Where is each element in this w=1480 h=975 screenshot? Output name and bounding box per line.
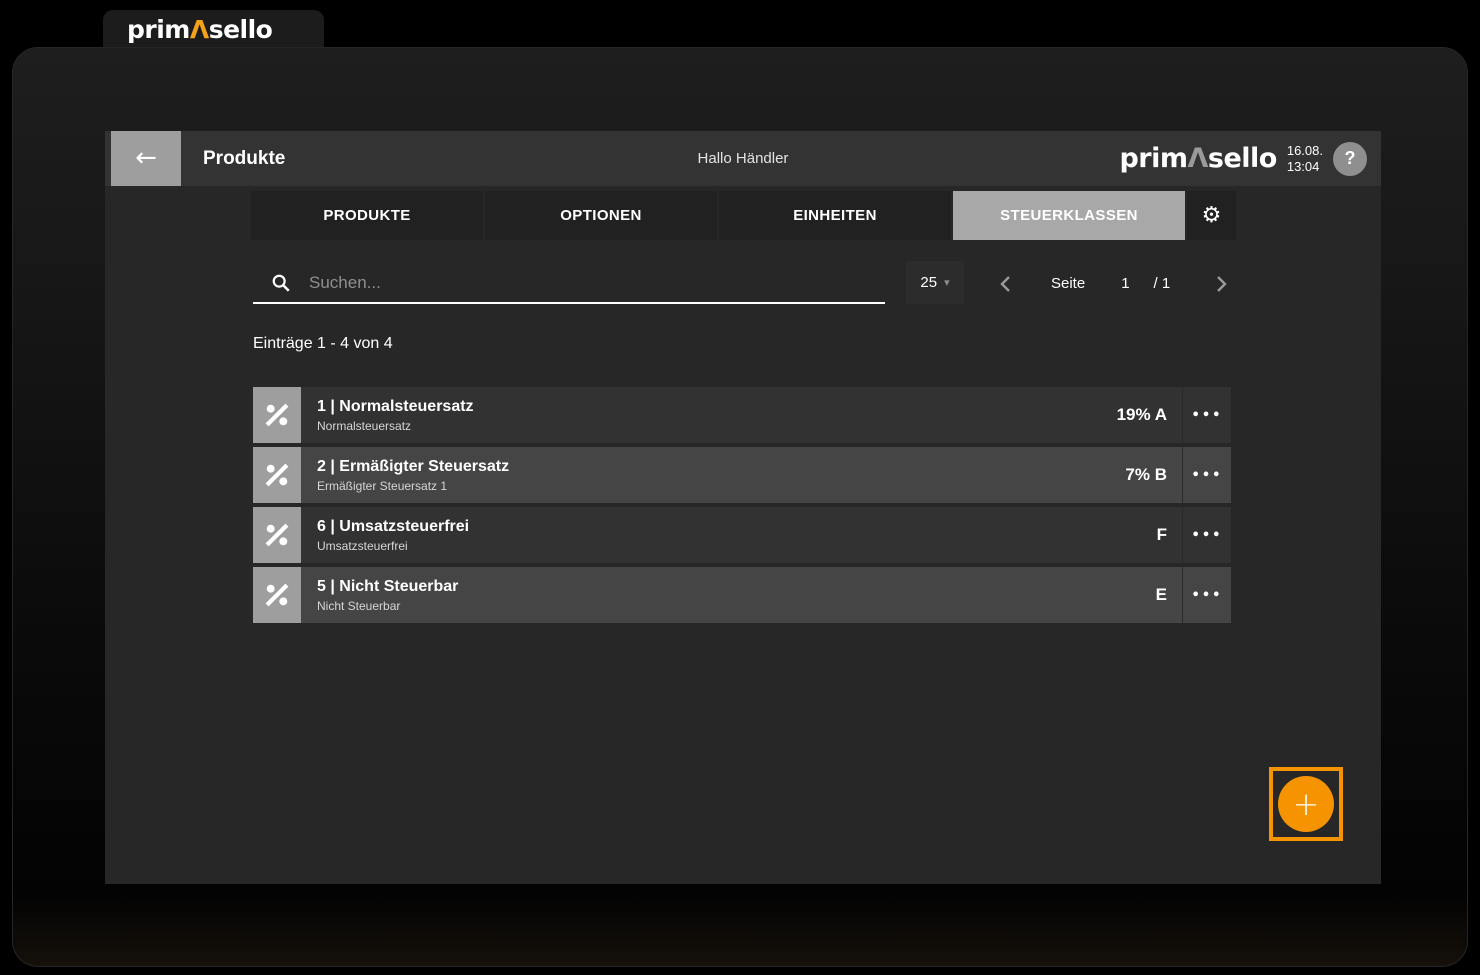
row-text: 2 | Ermäßigter Steuersatz Ermäßigter Ste…: [301, 447, 1125, 503]
logo-lambda-icon: Λ: [190, 15, 209, 44]
row-title: 1 | Normalsteuersatz: [317, 398, 1117, 416]
ellipsis-icon: •••: [1192, 588, 1223, 603]
row-menu-button[interactable]: •••: [1182, 567, 1231, 623]
chevron-down-icon: ▾: [944, 276, 950, 289]
list-item[interactable]: 1 | Normalsteuersatz Normalsteuersatz 19…: [253, 387, 1231, 443]
row-title: 5 | Nicht Steuerbar: [317, 578, 1156, 596]
ellipsis-icon: •••: [1192, 408, 1223, 423]
ellipsis-icon: •••: [1192, 468, 1223, 483]
row-menu-button[interactable]: •••: [1182, 387, 1231, 443]
row-title: 2 | Ermäßigter Steuersatz: [317, 458, 1125, 476]
list-item[interactable]: 6 | Umsatzsteuerfrei Umsatzsteuerfrei F …: [253, 507, 1231, 563]
percent-icon: [253, 507, 301, 563]
browser-tab[interactable]: primΛsello: [103, 10, 324, 48]
tab-bar: PRODUKTE OPTIONEN EINHEITEN STEUERKLASSE…: [251, 191, 1337, 240]
primasello-logo-header: primΛsello: [1119, 143, 1276, 174]
add-button[interactable]: +: [1278, 776, 1334, 832]
search-input[interactable]: [309, 273, 885, 293]
question-mark-icon: ?: [1345, 148, 1356, 168]
app-header: ← Produkte Hallo Händler primΛsello 16.0…: [105, 131, 1381, 186]
row-text: 5 | Nicht Steuerbar Nicht Steuerbar: [301, 567, 1156, 623]
row-menu-button[interactable]: •••: [1182, 447, 1231, 503]
list-item[interactable]: 2 | Ermäßigter Steuersatz Ermäßigter Ste…: [253, 447, 1231, 503]
list-item[interactable]: 5 | Nicht Steuerbar Nicht Steuerbar E ••…: [253, 567, 1231, 623]
search-icon: [271, 273, 291, 293]
gear-icon: ⚙: [1202, 203, 1222, 228]
percent-icon: [253, 387, 301, 443]
pagination: Seite 1 / 1: [991, 263, 1337, 304]
settings-button[interactable]: ⚙: [1187, 191, 1236, 240]
date-text: 16.08.: [1287, 143, 1323, 158]
row-value: E: [1156, 567, 1182, 623]
tab-produkte[interactable]: PRODUKTE: [251, 191, 483, 240]
percent-icon: [253, 567, 301, 623]
tax-class-list: 1 | Normalsteuersatz Normalsteuersatz 19…: [253, 387, 1231, 627]
next-page-button[interactable]: [1206, 267, 1240, 301]
plus-icon: +: [1293, 785, 1320, 823]
row-title: 6 | Umsatzsteuerfrei: [317, 518, 1157, 536]
page-size-dropdown[interactable]: 25 ▾: [906, 261, 964, 304]
time-text: 13:04: [1287, 159, 1320, 174]
row-value: 7% B: [1125, 447, 1182, 503]
add-button-focus-frame: +: [1269, 767, 1343, 841]
row-value: F: [1157, 507, 1182, 563]
primasello-logo: primΛsello: [127, 15, 272, 44]
toolbar: 25 ▾ Seite 1 / 1: [105, 263, 1381, 307]
device-screen: ← Produkte Hallo Händler primΛsello 16.0…: [12, 47, 1468, 967]
logo-lambda-icon: Λ: [1187, 143, 1207, 174]
datetime-display: 16.08. 13:04: [1287, 143, 1323, 174]
row-menu-button[interactable]: •••: [1182, 507, 1231, 563]
page-label: Seite: [1051, 275, 1085, 292]
tab-optionen[interactable]: OPTIONEN: [485, 191, 717, 240]
header-right: primΛsello 16.08. 13:04 ?: [1119, 142, 1367, 176]
prev-page-button[interactable]: [991, 267, 1025, 301]
app-panel: ← Produkte Hallo Händler primΛsello 16.0…: [105, 131, 1381, 884]
row-subtitle: Umsatzsteuerfrei: [317, 539, 1157, 553]
help-button[interactable]: ?: [1333, 142, 1367, 176]
row-subtitle: Nicht Steuerbar: [317, 599, 1156, 613]
entries-summary: Einträge 1 - 4 von 4: [253, 335, 393, 353]
tab-steuerklassen[interactable]: STEUERKLASSEN: [953, 191, 1185, 240]
row-subtitle: Ermäßigter Steuersatz 1: [317, 479, 1125, 493]
row-subtitle: Normalsteuersatz: [317, 419, 1117, 433]
search-field[interactable]: [253, 263, 885, 304]
page-title: Produkte: [203, 148, 285, 170]
row-text: 1 | Normalsteuersatz Normalsteuersatz: [301, 387, 1117, 443]
back-arrow-icon: ←: [135, 143, 157, 173]
row-text: 6 | Umsatzsteuerfrei Umsatzsteuerfrei: [301, 507, 1157, 563]
percent-icon: [253, 447, 301, 503]
current-page: 1: [1121, 275, 1129, 292]
total-pages: / 1: [1154, 275, 1171, 292]
row-value: 19% A: [1117, 387, 1182, 443]
ellipsis-icon: •••: [1192, 528, 1223, 543]
tab-einheiten[interactable]: EINHEITEN: [719, 191, 951, 240]
back-button[interactable]: ←: [111, 131, 181, 186]
